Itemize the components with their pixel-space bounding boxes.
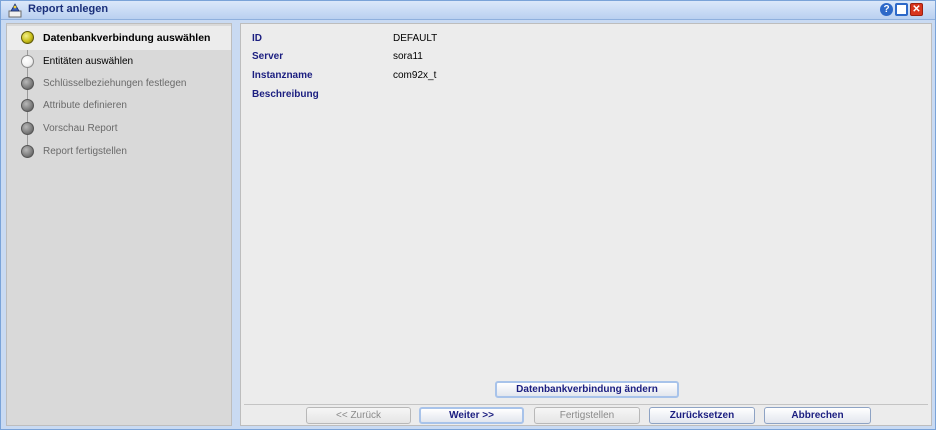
report-wizard-icon (8, 3, 22, 18)
title-bar: Report anlegen ? ✕ (1, 1, 935, 20)
back-button[interactable]: << Zurück (306, 407, 411, 424)
detail-value: DEFAULT (393, 33, 438, 44)
maximize-icon[interactable] (895, 3, 908, 16)
step-disabled-icon (21, 99, 34, 112)
step-entitaeten[interactable]: Entitäten auswählen (7, 52, 231, 72)
detail-label: Instanzname (252, 70, 313, 81)
wizard-window: Report anlegen ? ✕ Datenbankverbindung a… (0, 0, 936, 430)
step-disabled-icon (21, 77, 34, 90)
cancel-button[interactable]: Abbrechen (764, 407, 871, 424)
step-attribute: Attribute definieren (7, 96, 231, 116)
step-label: Attribute definieren (43, 100, 127, 111)
connection-details-panel: ID DEFAULT Server sora11 Instanzname com… (240, 23, 932, 426)
detail-label: Server (252, 51, 284, 62)
next-button[interactable]: Weiter >> (419, 407, 524, 424)
step-active-icon (21, 31, 34, 44)
step-label: Vorschau Report (43, 123, 118, 134)
reset-button[interactable]: Zurücksetzen (649, 407, 755, 424)
step-label: Entitäten auswählen (43, 56, 134, 67)
step-next-icon (21, 55, 34, 68)
step-vorschau: Vorschau Report (7, 119, 231, 139)
step-disabled-icon (21, 122, 34, 135)
detail-label: ID (252, 33, 262, 44)
step-datenbankverbindung[interactable]: Datenbankverbindung auswählen (7, 26, 231, 50)
window-title: Report anlegen (28, 3, 109, 15)
detail-label: Beschreibung (252, 89, 319, 100)
help-icon[interactable]: ? (880, 3, 893, 16)
step-fertigstellen: Report fertigstellen (7, 142, 231, 162)
change-connection-button[interactable]: Datenbankverbindung ändern (495, 381, 679, 398)
wizard-steps-sidebar: Datenbankverbindung auswählen Entitäten … (6, 23, 232, 426)
step-schluesselbeziehungen: Schlüsselbeziehungen festlegen (7, 74, 231, 94)
step-disabled-icon (21, 145, 34, 158)
detail-value: com92x_t (393, 70, 437, 81)
step-label: Schlüsselbeziehungen festlegen (43, 78, 187, 89)
finish-button[interactable]: Fertigstellen (534, 407, 640, 424)
step-label: Report fertigstellen (43, 146, 127, 157)
button-bar-divider (244, 404, 928, 405)
close-icon[interactable]: ✕ (910, 3, 923, 16)
detail-value: sora11 (393, 51, 423, 62)
step-label: Datenbankverbindung auswählen (43, 32, 211, 44)
